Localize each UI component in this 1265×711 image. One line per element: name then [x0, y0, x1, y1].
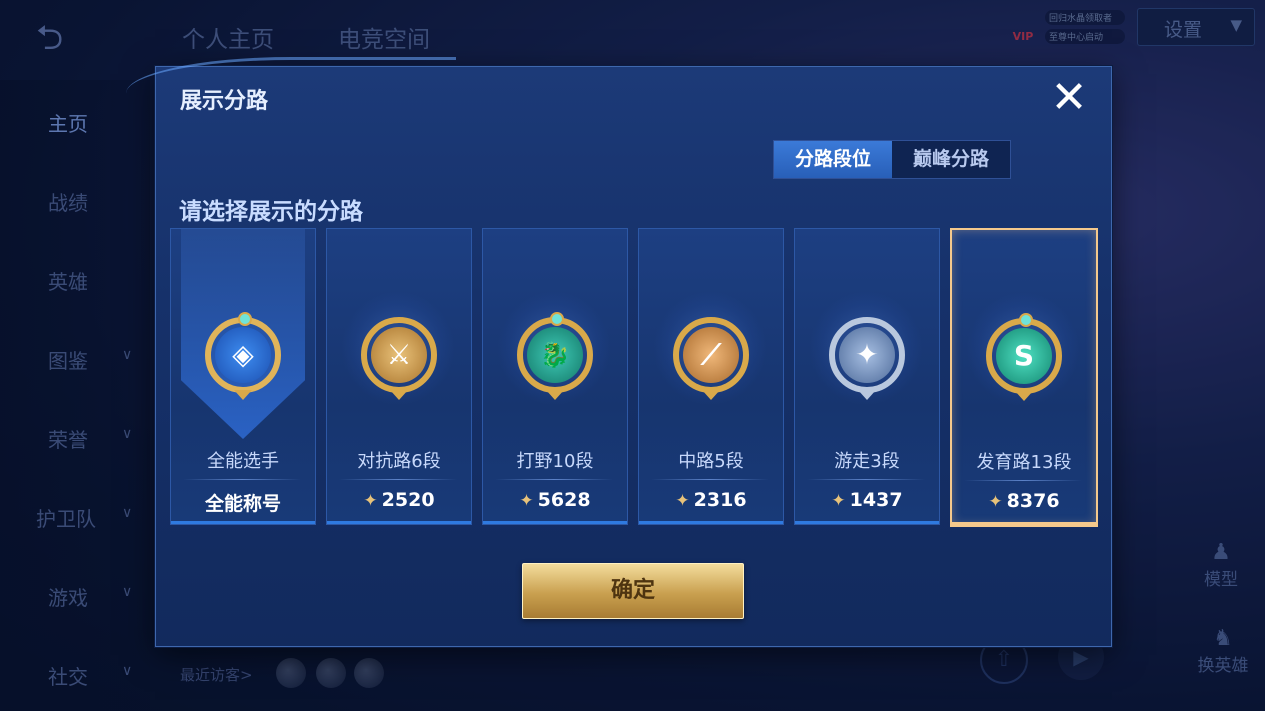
points-icon: ✦ — [831, 491, 846, 511]
lane-role-label: 全能选手 — [207, 451, 279, 472]
points-value: 2316 — [693, 489, 747, 511]
badge-tip — [1015, 391, 1033, 401]
lane-score: ✦ 1437 — [795, 489, 939, 511]
mid-lane-badge-icon: ⟋ — [673, 317, 749, 400]
lane-card-jungle[interactable]: 🐉 打野10段 ✦ 5628 — [482, 228, 628, 525]
points-icon: ✦ — [988, 492, 1003, 512]
lane-display-dialog: 展示分路 ✕ 分路段位 巅峰分路 请选择展示的分路 ◈ 全能选手 全能称号 ⚔ … — [126, 57, 1112, 647]
gem-icon — [550, 312, 564, 326]
title-label: 全能称号 — [204, 493, 281, 515]
badge-glyph: ✦ — [839, 327, 895, 383]
points-icon: ✦ — [675, 491, 690, 511]
points-value: 2520 — [381, 489, 435, 511]
decorative-swirl — [126, 57, 456, 130]
badge-glyph: ⚔ — [371, 327, 427, 383]
lane-score: ✦ 2520 — [327, 489, 471, 511]
clash-lane-badge-icon: ⚔ — [361, 317, 437, 400]
tab-lane-rank[interactable]: 分路段位 — [774, 141, 892, 178]
divider — [807, 479, 925, 480]
lane-score: ✦ 8376 — [952, 490, 1096, 512]
points-value: 8376 — [1006, 490, 1060, 512]
lane-score: ✦ 2316 — [639, 489, 783, 511]
points-value: 1437 — [849, 489, 903, 511]
divider — [964, 480, 1082, 481]
gem-icon — [238, 312, 252, 326]
jungle-badge-icon: 🐉 — [517, 312, 593, 400]
lane-score: 全能称号 — [171, 489, 315, 516]
lane-role-label: 对抗路6段 — [357, 451, 441, 472]
lane-role-label: 发育路13段 — [976, 452, 1072, 473]
select-lane-prompt: 请选择展示的分路 — [179, 199, 363, 225]
badge-tip — [858, 390, 876, 400]
lane-card-roam[interactable]: ✦ 游走3段 ✦ 1437 — [794, 228, 940, 525]
lane-role-label: 打野10段 — [516, 451, 594, 472]
badge-tip — [546, 390, 564, 400]
badge-glyph: ◈ — [215, 327, 271, 383]
divider — [183, 479, 301, 480]
lane-card-mid[interactable]: ⟋ 中路5段 ✦ 2316 — [638, 228, 784, 525]
lane-card-farm[interactable]: S 发育路13段 ✦ 8376 — [950, 228, 1098, 527]
badge-glyph: S — [996, 328, 1052, 384]
badge-glyph: 🐉 — [527, 327, 583, 383]
lane-score: ✦ 5628 — [483, 489, 627, 511]
badge-tip — [702, 390, 720, 400]
lane-role-label: 中路5段 — [678, 451, 744, 472]
badge-tip — [234, 390, 252, 400]
all-round-badge-icon: ◈ — [205, 312, 281, 400]
segment-control: 分路段位 巅峰分路 — [773, 140, 1011, 179]
divider — [339, 479, 457, 480]
divider — [651, 479, 769, 480]
badge-tip — [390, 390, 408, 400]
confirm-button[interactable]: 确定 — [522, 563, 744, 619]
lane-card-all-round[interactable]: ◈ 全能选手 全能称号 — [170, 228, 316, 525]
gem-icon — [1019, 313, 1033, 327]
points-icon: ✦ — [363, 491, 378, 511]
badge-glyph: ⟋ — [683, 327, 739, 383]
lane-role-label: 游走3段 — [834, 451, 900, 472]
farm-lane-badge-icon: S — [986, 313, 1062, 401]
tab-peak-lane[interactable]: 巅峰分路 — [892, 141, 1010, 178]
lane-card-clash[interactable]: ⚔ 对抗路6段 ✦ 2520 — [326, 228, 472, 525]
roam-badge-icon: ✦ — [829, 317, 905, 400]
divider — [495, 479, 613, 480]
close-icon[interactable]: ✕ — [1046, 75, 1092, 121]
points-icon: ✦ — [519, 491, 534, 511]
points-value: 5628 — [537, 489, 591, 511]
dialog-title: 展示分路 — [180, 89, 269, 114]
